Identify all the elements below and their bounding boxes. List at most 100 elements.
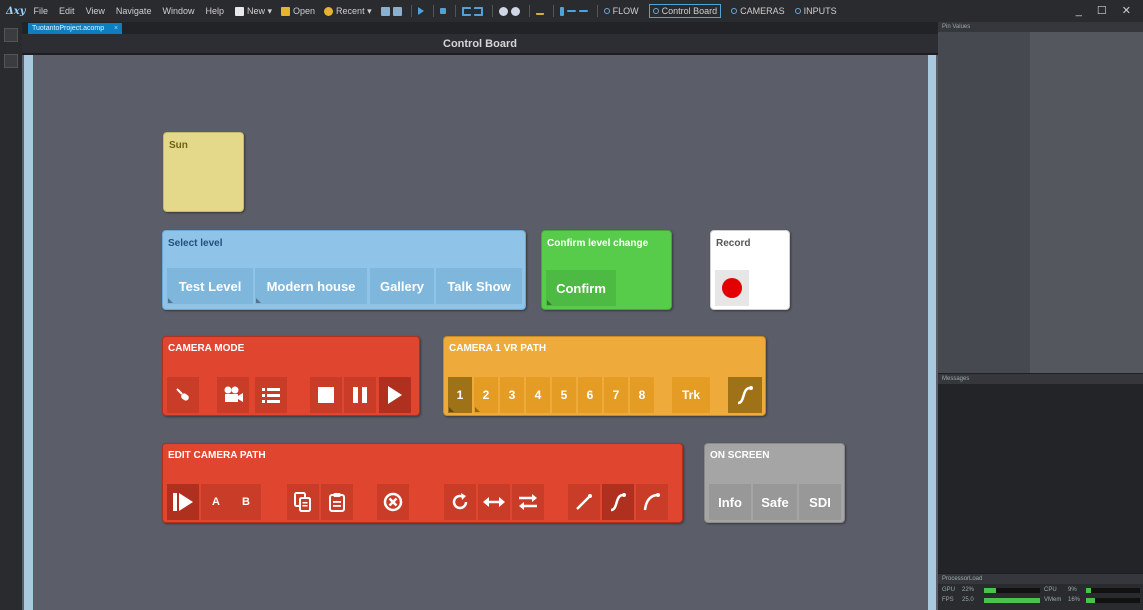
level-modern-house-label: Modern house [266,278,356,294]
play-icon[interactable] [417,7,424,15]
corner-marker [168,298,173,303]
recent-button[interactable]: Recent ▾ [324,6,372,17]
fps-meter [984,598,1040,603]
camera-mode-widget: CAMERA MODE [162,336,420,416]
sun-widget[interactable]: Sun [163,132,244,212]
loop-button[interactable] [444,484,476,520]
clear-icon [383,492,403,512]
ease-curve-icon [643,493,660,511]
corner-marker [475,407,480,412]
menu-edit[interactable]: Edit [59,6,75,16]
pause-button[interactable] [344,377,376,413]
track-button[interactable]: Trk [672,377,710,413]
level-talk-show-label: Talk Show [447,278,511,294]
recent-label: Recent ▾ [336,5,372,16]
clear-path-button[interactable] [377,484,409,520]
mode-dot-icon [794,8,801,14]
redo-icon[interactable] [473,6,483,16]
path-8-button[interactable]: 8 [630,377,654,413]
camera-tracking-button[interactable] [217,377,249,413]
linear-interp-button[interactable] [568,484,600,520]
confirm-button[interactable]: Confirm [546,270,616,306]
stop-icon[interactable] [439,8,446,14]
zoom-in-icon[interactable] [498,6,508,16]
path-2-button[interactable]: 2 [474,377,498,413]
processor-load-header[interactable]: ProcessorLoad [938,574,1143,584]
path-3-button[interactable]: 3 [500,377,524,413]
play-button[interactable] [379,377,411,413]
messages-panel: Messages [938,374,1143,573]
menu-window[interactable]: Window [162,6,194,16]
mode-inputs[interactable]: INPUTS [794,6,837,16]
fps-meter-fill [984,598,1040,603]
cpu-meter-fill [1086,588,1091,593]
vmem-value: 16% [1068,597,1081,603]
menu-help[interactable]: Help [205,6,224,16]
clipboard-icon [329,493,345,512]
open-button[interactable]: Open [281,6,315,16]
path-6-label: 6 [586,388,594,402]
menu-view[interactable]: View [86,6,105,16]
path-5-button[interactable]: 5 [552,377,576,413]
pin-values-header[interactable]: Pin Values [938,22,1143,32]
menu-navigate[interactable]: Navigate [116,6,152,16]
open-label: Open [293,6,316,16]
play-path-button[interactable] [167,484,199,520]
path-1-button[interactable]: 1 [448,377,472,413]
zoom-out-icon[interactable] [510,6,520,16]
mode-cameras[interactable]: CAMERAS [731,6,785,16]
connect-icon[interactable] [559,6,564,16]
copy-path-button[interactable] [287,484,319,520]
linear-curve-icon [576,494,592,510]
sdi-toggle-button[interactable]: SDI [799,484,841,520]
paste-path-button[interactable] [321,484,353,520]
camera-list-button[interactable] [255,377,287,413]
stop-button[interactable] [310,377,342,413]
point-b-button[interactable]: B [231,484,261,520]
close-icon[interactable]: × [114,23,118,34]
tab-project-label: TuotantoProject.acomp [32,25,105,32]
info-label: Info [718,494,742,510]
pin-panel-icon[interactable] [4,54,18,68]
window-controls[interactable]: _ ☐ ✕ [1076,4,1137,17]
swap-button[interactable] [512,484,544,520]
mode-control-board[interactable]: Control Board [648,4,722,18]
mode-flow[interactable]: FLOW [603,6,639,16]
gpu-meter [984,588,1040,593]
pin-icon[interactable] [535,7,544,15]
panel-toggle-icon[interactable] [4,28,18,42]
smooth-interp-button[interactable] [602,484,634,520]
save-icon[interactable] [380,6,390,16]
arrow-left-icon[interactable] [566,10,576,12]
play-icon [388,386,402,404]
arrow-right-icon[interactable] [578,10,588,12]
level-talk-show-button[interactable]: Talk Show [436,268,522,304]
confirm-level-widget: Confirm level change Confirm [541,230,672,310]
point-a-button[interactable]: A [201,484,231,520]
path-7-button[interactable]: 7 [604,377,628,413]
path-4-button[interactable]: 4 [526,377,550,413]
mode-inputs-label: INPUTS [803,6,837,16]
level-gallery-button[interactable]: Gallery [370,268,434,304]
curve-path-button[interactable] [728,377,762,413]
recent-icon [324,6,334,16]
safe-toggle-button[interactable]: Safe [753,484,797,520]
ping-pong-button[interactable] [478,484,510,520]
new-button[interactable]: New ▾ [234,6,272,17]
level-test-button[interactable]: Test Level [167,268,253,304]
cpu-value: 9% [1068,587,1077,593]
info-toggle-button[interactable]: Info [709,484,751,520]
path-6-button[interactable]: 6 [578,377,602,413]
messages-header[interactable]: Messages [938,374,1143,384]
ease-interp-button[interactable] [636,484,668,520]
canvas-right-rail[interactable] [928,55,936,610]
menu-file[interactable]: File [34,6,49,16]
processor-load-body: GPU 22% FPS 25.0 CPU 9% VMem 16% [938,584,1143,610]
tab-project-file[interactable]: TuotantoProject.acomp × [28,23,123,34]
level-gallery-label: Gallery [379,278,425,294]
mouse-mode-button[interactable] [167,377,199,413]
record-button[interactable] [715,270,749,306]
save-all-icon[interactable] [392,6,402,16]
undo-icon[interactable] [461,6,471,16]
level-modern-house-button[interactable]: Modern house [255,268,367,304]
